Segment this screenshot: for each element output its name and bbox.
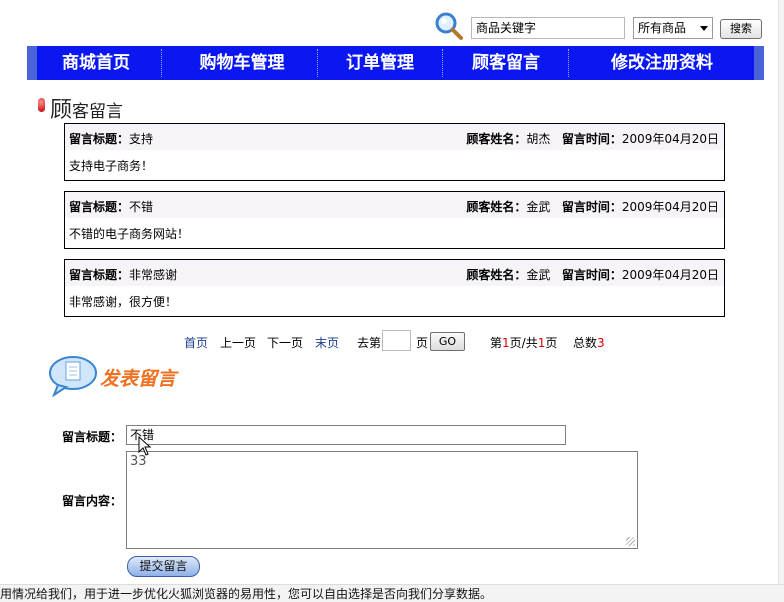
message-title: 留言标题：支持 (69, 130, 153, 147)
message-title-value: 非常感谢 (129, 268, 178, 282)
pager-count: 总数3 (573, 334, 605, 351)
customer-name: 金武 (526, 268, 551, 282)
message-card: 留言标题：非常感谢 顾客姓名：金武 留言时间：2009年04月20日 非常感谢，… (64, 259, 725, 317)
nav-home[interactable]: 商城首页 (37, 46, 155, 80)
page-title: 顾客留言 (50, 92, 123, 124)
customer-name-label: 顾客姓名： (466, 132, 527, 146)
message-content: 支持电子商务！ (69, 159, 154, 173)
go-button[interactable]: GO (430, 332, 465, 351)
post-message-title: 发表留言 (100, 368, 177, 390)
category-select-value: 所有商品 (638, 21, 687, 35)
message-card: 留言标题：支持 顾客姓名：胡杰 留言时间：2009年04月20日 支持电子商务！ (64, 123, 725, 181)
search-button[interactable]: 搜索 (720, 19, 762, 39)
pager-goto-suffix: 页 (416, 336, 429, 350)
search-input[interactable]: 商品关键字 (471, 17, 625, 39)
message-title: 留言标题：非常感谢 (69, 266, 177, 283)
pager-status-prefix: 第 (490, 336, 503, 350)
pager-first-link[interactable]: 首页 (184, 334, 208, 351)
customer-name: 胡杰 (526, 132, 551, 146)
category-select[interactable]: 所有商品 (633, 17, 713, 39)
pager-status: 第1页/共1页 (490, 334, 557, 351)
message-content-value: 33 (130, 454, 147, 469)
pager-count-label: 总数 (573, 336, 598, 350)
title-field-label: 留言标题： (62, 430, 123, 444)
resize-grip-icon[interactable] (626, 537, 635, 546)
scrollbar[interactable] (778, 0, 784, 584)
message-time-label: 留言时间： (561, 132, 622, 146)
message-title: 留言标题：不错 (69, 198, 153, 215)
message-title-input[interactable]: 不错 (126, 425, 566, 445)
message-title-value: 不错 (129, 200, 154, 214)
nav-divider (161, 49, 162, 77)
message-time: 2009年04月20日 (621, 268, 719, 282)
mouse-pointer-icon (138, 436, 152, 456)
message-content: 非常感谢，很方便！ (69, 295, 178, 309)
page-number-input[interactable] (382, 330, 411, 351)
nav-edit-profile[interactable]: 修改注册资料 (570, 46, 754, 80)
pager-prev-link[interactable]: 上一页 (220, 334, 256, 351)
nav-cart[interactable]: 购物车管理 (167, 46, 317, 80)
message-content: 不错的电子商务网站！ (69, 227, 190, 241)
nav-divider (317, 49, 318, 77)
pager-status-suffix: 页 (545, 336, 558, 350)
submit-message-button[interactable]: 提交留言 (127, 556, 200, 577)
customer-name: 金武 (526, 200, 551, 214)
pager-status-mid: 页/共 (509, 336, 538, 350)
message-title-label: 留言标题： (69, 268, 130, 282)
browser-notification-bar: 用情况给我们，用于进一步优化火狐浏览器的易用性，您可以自由选择是否向我们分享数据… (0, 584, 784, 602)
message-time-label: 留言时间： (561, 268, 622, 282)
content-field-label: 留言内容： (62, 494, 123, 508)
message-title-label: 留言标题： (69, 200, 130, 214)
customer-name-label: 顾客姓名： (466, 268, 527, 282)
message-title-value: 支持 (129, 132, 154, 146)
pager-last-link[interactable]: 末页 (315, 334, 339, 351)
chevron-down-icon (700, 26, 708, 31)
pager-count-value: 3 (597, 336, 605, 350)
message-time-label: 留言时间： (561, 200, 622, 214)
message-time: 2009年04月20日 (621, 200, 719, 214)
nav-guestbook[interactable]: 顾客留言 (444, 46, 568, 80)
nav-divider (568, 49, 569, 77)
message-meta: 顾客姓名：金武 留言时间：2009年04月20日 (466, 266, 719, 283)
heading-bullet-icon (38, 98, 45, 112)
customer-name-label: 顾客姓名： (466, 200, 527, 214)
nav-divider (442, 49, 443, 77)
page-title-rest: 客留言 (72, 102, 124, 122)
message-meta: 顾客姓名：金武 留言时间：2009年04月20日 (466, 198, 719, 215)
page-title-first-char: 顾 (50, 98, 73, 123)
pager-goto-label: 去第 (357, 336, 382, 350)
message-time: 2009年04月20日 (621, 132, 719, 146)
main-nav: 商城首页 购物车管理 订单管理 顾客留言 修改注册资料 (27, 46, 764, 80)
message-card: 留言标题：不错 顾客姓名：金武 留言时间：2009年04月20日 不错的电子商务… (64, 191, 725, 249)
pager-current-page: 1 (502, 336, 510, 350)
speech-bubble-icon (49, 356, 97, 397)
pager-next-link[interactable]: 下一页 (267, 334, 303, 351)
message-meta: 顾客姓名：胡杰 留言时间：2009年04月20日 (466, 130, 719, 147)
magnifier-icon (435, 12, 463, 40)
message-title-label: 留言标题： (69, 132, 130, 146)
nav-orders[interactable]: 订单管理 (319, 46, 441, 80)
message-content-textarea[interactable]: 33 (126, 451, 638, 549)
